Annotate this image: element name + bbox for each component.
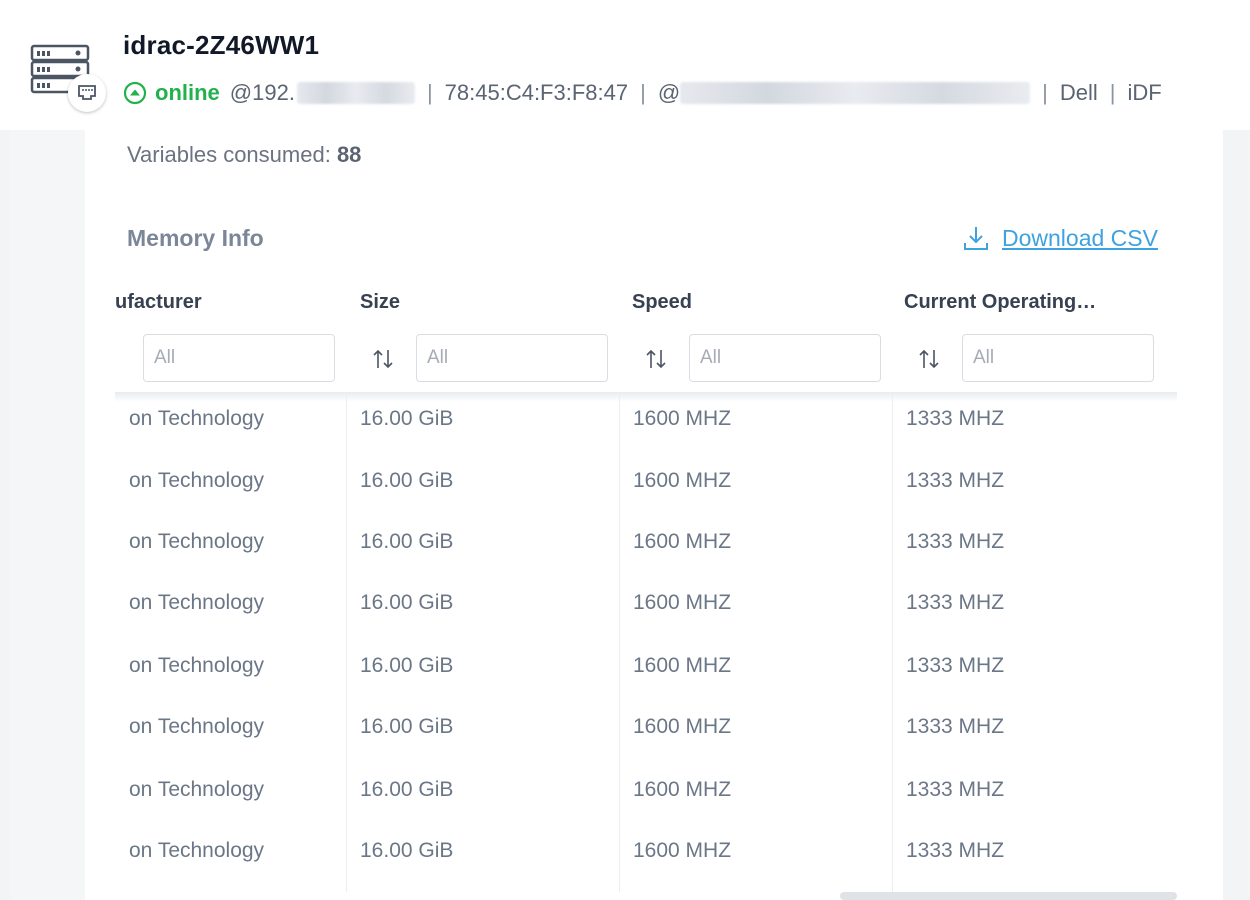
network-badge bbox=[68, 74, 106, 112]
cell-speed: 1600 MHZ bbox=[633, 654, 732, 677]
cell-size: 16.00 GiB bbox=[360, 469, 454, 492]
filter-input-speed[interactable] bbox=[689, 334, 881, 382]
cell-current-operating: 1333 MHZ bbox=[906, 839, 1005, 862]
device-meta-line: online @192. | 78:45:C4:F3:F8:47 | @ | D… bbox=[123, 76, 1250, 110]
cell-speed: 1600 MHZ bbox=[633, 778, 732, 801]
variables-value: 88 bbox=[336, 142, 362, 167]
table-row[interactable]: on Technology 16.00 GiB 1600 MHZ 1333 MHZ bbox=[115, 654, 1177, 715]
cell-speed: 1600 MHZ bbox=[633, 469, 732, 492]
table-row[interactable]: on Technology 16.00 GiB 1600 MHZ 1333 MHZ bbox=[115, 715, 1177, 776]
table-row[interactable]: on Technology 16.00 GiB 1600 MHZ 1333 MHZ bbox=[115, 407, 1177, 468]
filter-input-manufacturer[interactable] bbox=[143, 334, 335, 382]
cell-manufacturer: on Technology bbox=[129, 407, 265, 430]
network-port-icon bbox=[78, 85, 96, 100]
memory-table: ufacturer Size Speed Current Operating… … bbox=[115, 280, 1185, 900]
cell-current-operating: 1333 MHZ bbox=[906, 407, 1005, 430]
header-shadow bbox=[115, 392, 1177, 402]
horizontal-scrollbar[interactable] bbox=[840, 892, 1177, 900]
table-row[interactable]: on Technology 16.00 GiB 1600 MHZ 1333 MHZ bbox=[115, 591, 1177, 652]
device-header: idrac-2Z46WW1 online @192. | 78:45:C4:F3… bbox=[0, 0, 1250, 130]
vendor-name: Dell bbox=[1059, 80, 1098, 105]
section-title: Memory Info bbox=[127, 225, 264, 251]
sort-icon[interactable] bbox=[918, 347, 940, 371]
cell-manufacturer: on Technology bbox=[129, 591, 265, 614]
table-row[interactable]: on Technology 16.00 GiB 1600 MHZ 1333 MHZ bbox=[115, 778, 1177, 839]
table-row[interactable]: on Technology 16.00 GiB 1600 MHZ 1333 MHZ bbox=[115, 839, 1177, 900]
cell-manufacturer: on Technology bbox=[129, 839, 265, 862]
ip-address: @192. bbox=[229, 80, 295, 105]
meta-separator: | bbox=[426, 80, 433, 105]
download-csv-label: Download CSV bbox=[1002, 224, 1158, 251]
column-header-manufacturer[interactable]: ufacturer bbox=[115, 291, 202, 314]
cell-current-operating: 1333 MHZ bbox=[906, 654, 1005, 677]
download-icon bbox=[964, 227, 988, 250]
model-name: iDF bbox=[1127, 80, 1162, 105]
cell-speed: 1600 MHZ bbox=[633, 839, 732, 862]
filter-input-current-operating[interactable] bbox=[962, 334, 1154, 382]
cell-size: 16.00 GiB bbox=[360, 407, 454, 430]
location-redacted bbox=[680, 82, 1031, 104]
variables-consumed: Variables consumed: 88 bbox=[127, 142, 361, 168]
table-row[interactable]: on Technology 16.00 GiB 1600 MHZ 1333 MHZ bbox=[115, 530, 1177, 591]
cell-manufacturer: on Technology bbox=[129, 469, 265, 492]
cell-current-operating: 1333 MHZ bbox=[906, 469, 1005, 492]
mac-address: 78:45:C4:F3:F8:47 bbox=[444, 80, 629, 105]
cell-current-operating: 1333 MHZ bbox=[906, 591, 1005, 614]
cell-manufacturer: on Technology bbox=[129, 778, 265, 801]
cell-manufacturer: on Technology bbox=[129, 715, 265, 738]
cell-current-operating: 1333 MHZ bbox=[906, 778, 1005, 801]
ip-redacted bbox=[296, 82, 415, 104]
cell-current-operating: 1333 MHZ bbox=[906, 530, 1005, 553]
cell-size: 16.00 GiB bbox=[360, 715, 454, 738]
cell-speed: 1600 MHZ bbox=[633, 715, 732, 738]
side-gutter bbox=[10, 130, 85, 900]
sort-icon[interactable] bbox=[645, 347, 667, 371]
cell-size: 16.00 GiB bbox=[360, 654, 454, 677]
cell-speed: 1600 MHZ bbox=[633, 530, 732, 553]
sort-icon[interactable] bbox=[372, 347, 394, 371]
status-text: online bbox=[155, 80, 220, 105]
column-header-size[interactable]: Size bbox=[360, 291, 400, 314]
table-row[interactable]: on Technology 16.00 GiB 1600 MHZ 1333 MHZ bbox=[115, 469, 1177, 530]
online-status-icon bbox=[123, 81, 147, 105]
location-prefix: @ bbox=[657, 80, 681, 105]
meta-separator: | bbox=[1042, 80, 1048, 105]
meta-separator: | bbox=[640, 80, 646, 105]
cell-current-operating: 1333 MHZ bbox=[906, 715, 1005, 738]
cell-size: 16.00 GiB bbox=[360, 591, 454, 614]
cell-speed: 1600 MHZ bbox=[633, 407, 732, 430]
meta-separator: | bbox=[1109, 80, 1116, 105]
cell-speed: 1600 MHZ bbox=[633, 591, 732, 614]
cell-size: 16.00 GiB bbox=[360, 530, 454, 553]
cell-size: 16.00 GiB bbox=[360, 778, 454, 801]
column-header-current-operating[interactable]: Current Operating… bbox=[904, 291, 1096, 314]
filter-input-size[interactable] bbox=[416, 334, 608, 382]
cell-manufacturer: on Technology bbox=[129, 654, 265, 677]
column-header-speed[interactable]: Speed bbox=[632, 291, 692, 314]
cell-manufacturer: on Technology bbox=[129, 530, 265, 553]
cell-size: 16.00 GiB bbox=[360, 839, 454, 862]
variables-label: Variables consumed: bbox=[127, 142, 331, 167]
download-csv-link[interactable]: Download CSV bbox=[962, 224, 1158, 252]
device-name: idrac-2Z46WW1 bbox=[123, 30, 320, 60]
